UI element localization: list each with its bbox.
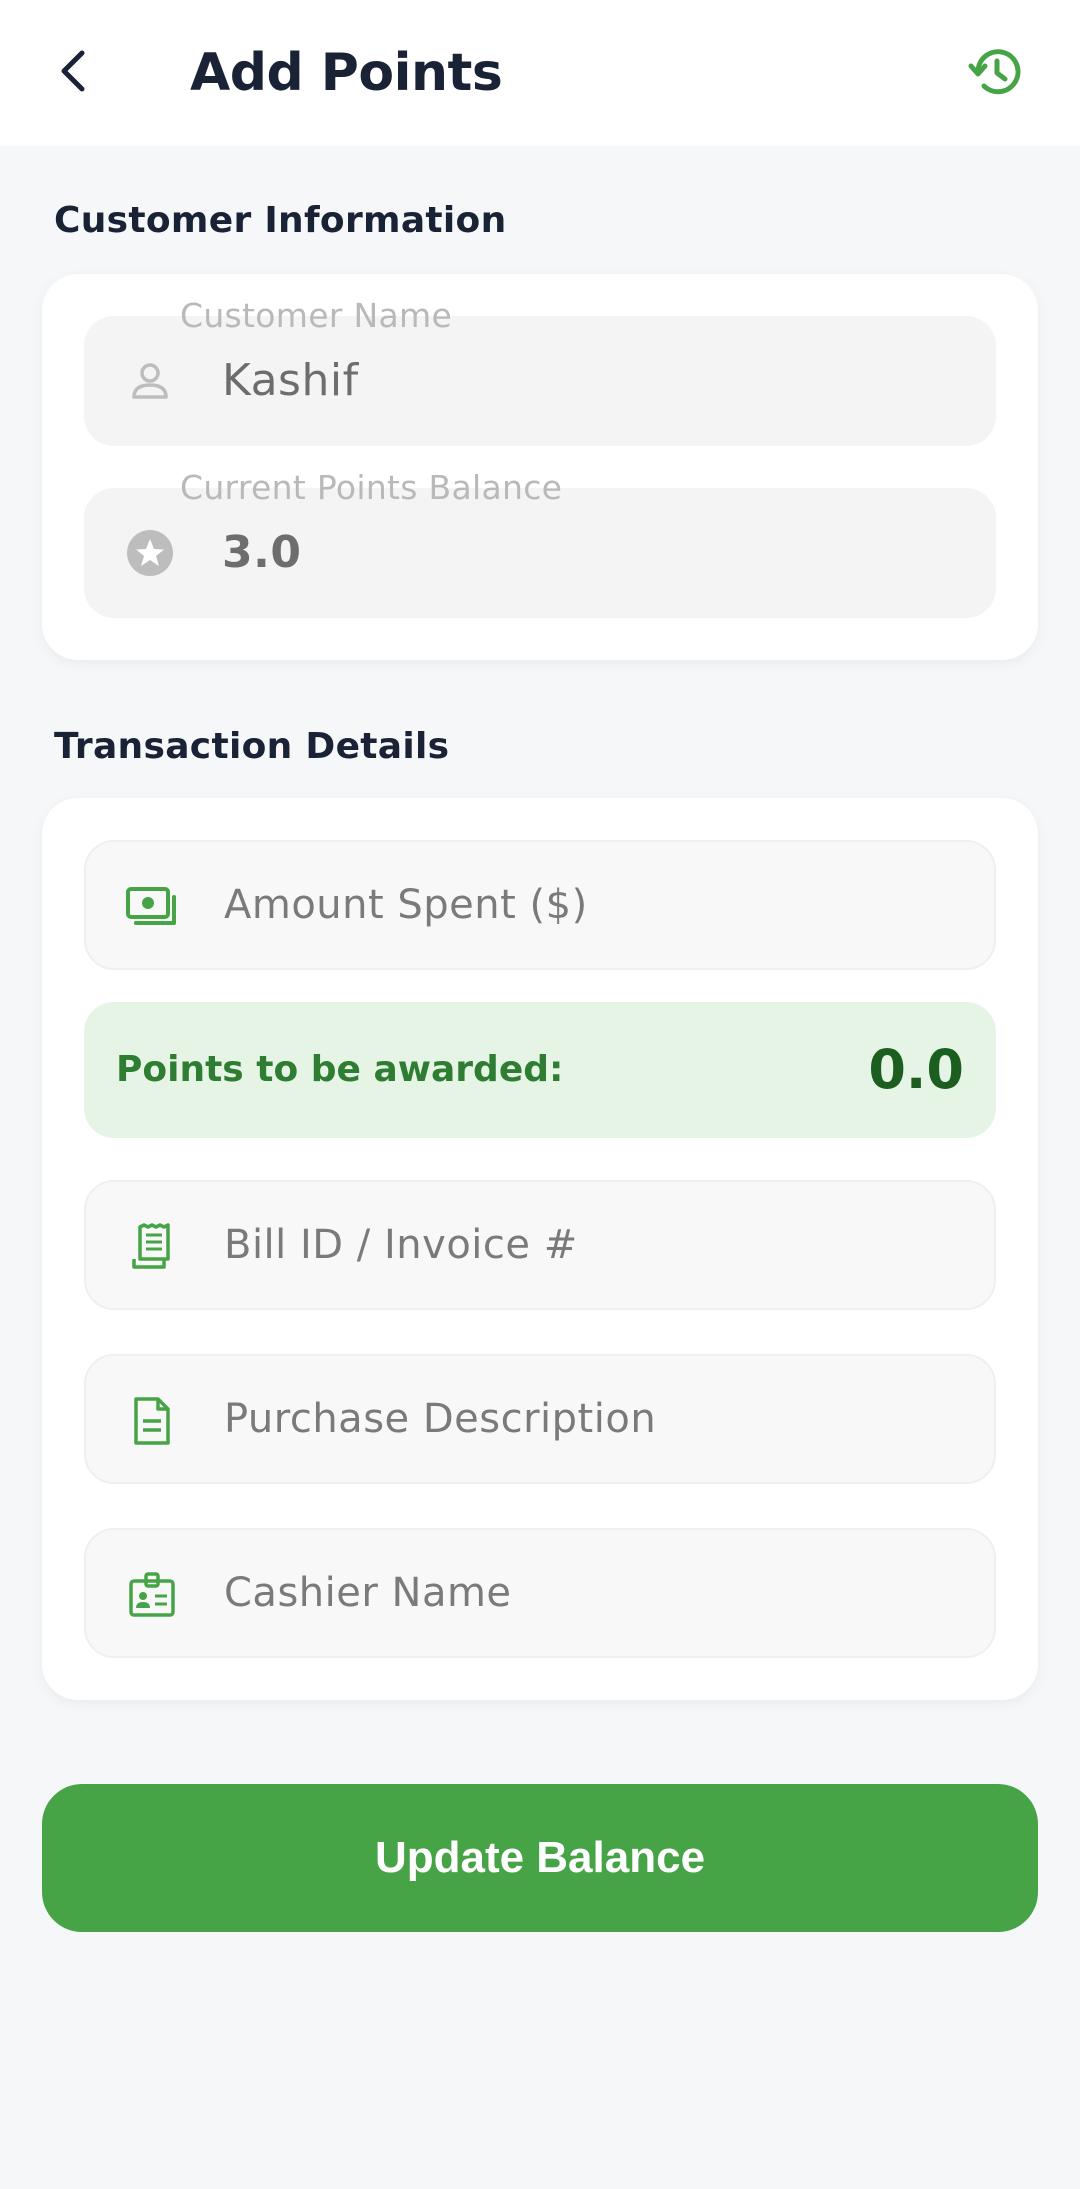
customer-info-card: Customer Name Kashif Current Points Bala… — [42, 274, 1038, 660]
update-balance-button[interactable]: Update Balance — [42, 1784, 1038, 1932]
app-bar: Add Points — [0, 0, 1080, 146]
money-icon — [124, 879, 180, 935]
history-button[interactable] — [966, 44, 1026, 104]
points-awarded-label: Points to be awarded: — [116, 1049, 564, 1090]
points-awarded-value: 0.0 — [868, 1038, 964, 1101]
points-balance-value: 3.0 — [222, 527, 302, 578]
cashier-name-field[interactable] — [84, 1528, 996, 1658]
customer-name-field: Customer Name Kashif — [84, 296, 996, 446]
customer-section-title: Customer Information — [54, 200, 507, 241]
customer-name-value: Kashif — [222, 355, 359, 406]
document-icon — [124, 1393, 180, 1449]
transaction-section-title: Transaction Details — [54, 726, 450, 767]
star-circle-icon — [122, 525, 178, 581]
points-awarded-box: Points to be awarded: 0.0 — [84, 1002, 996, 1138]
page-title: Add Points — [190, 43, 503, 103]
points-balance-field: Current Points Balance 3.0 — [84, 468, 996, 618]
bill-id-input[interactable] — [224, 1182, 964, 1308]
amount-spent-input[interactable] — [224, 842, 964, 968]
chevron-left-icon — [56, 47, 92, 99]
person-icon — [122, 353, 178, 409]
purchase-description-field[interactable] — [84, 1354, 996, 1484]
history-icon — [968, 44, 1024, 104]
bill-id-field[interactable] — [84, 1180, 996, 1310]
amount-spent-field[interactable] — [84, 840, 996, 970]
badge-icon — [124, 1567, 180, 1623]
purchase-description-input[interactable] — [224, 1356, 964, 1482]
transaction-details-card: Points to be awarded: 0.0 — [42, 798, 1038, 1700]
receipt-icon — [124, 1219, 180, 1275]
cashier-name-input[interactable] — [224, 1530, 964, 1656]
back-button[interactable] — [46, 40, 102, 106]
